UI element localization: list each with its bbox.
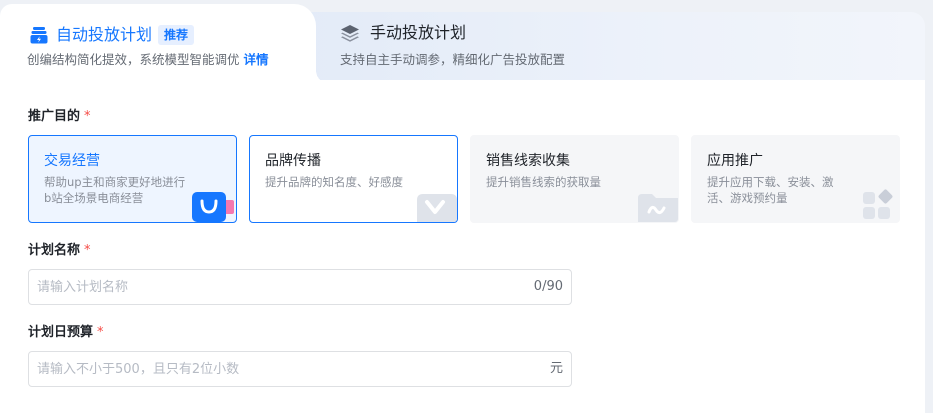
char-counter: 0/90 <box>533 279 563 294</box>
megaphone-icon <box>417 194 457 222</box>
plan-type-card: 自动投放计划 推荐 创编结构简化提效，系统模型智能调优 详情 手动投放计划 支持自… <box>0 0 933 413</box>
goal-option-title: 品牌传播 <box>265 153 321 169</box>
shopping-bag-icon <box>192 192 234 222</box>
goal-label-text: 推广目的 <box>28 109 81 124</box>
required-mark: * <box>84 109 91 124</box>
goal-option-leads[interactable]: 销售线索收集 提升销售线索的获取量 <box>470 135 679 223</box>
tab-auto-subtitle-text: 创编结构简化提效，系统模型智能调优 <box>27 52 240 67</box>
goal-option-title: 交易经营 <box>44 153 100 169</box>
tab-manual-title: 手动投放计划 <box>370 23 467 42</box>
goal-option-desc: 提升销售线索的获取量 <box>486 175 601 189</box>
app-grid-icon <box>863 189 893 219</box>
tab-auto-plan[interactable]: 自动投放计划 推荐 创编结构简化提效，系统模型智能调优 详情 <box>0 4 330 84</box>
daily-budget-input[interactable] <box>37 352 517 386</box>
plan-type-tabs: 自动投放计划 推荐 创编结构简化提效，系统模型智能调优 详情 手动投放计划 支持自… <box>0 0 933 84</box>
folder-icon <box>638 194 678 222</box>
goal-option-desc: 提升品牌的知名度、好感度 <box>265 175 403 189</box>
required-mark: * <box>97 325 104 340</box>
goal-label: 推广目的 * <box>28 108 91 126</box>
tab-auto-title-row: 自动投放计划 推荐 <box>30 24 195 46</box>
detail-link[interactable]: 详情 <box>244 52 269 67</box>
daily-budget-label-text: 计划日预算 <box>28 325 94 340</box>
tab-manual-title-row: 手动投放计划 <box>340 22 466 44</box>
goal-option-title: 应用推广 <box>707 153 763 169</box>
goal-option-app[interactable]: 应用推广 提升应用下载、安装、激活、游戏预约量 <box>691 135 900 223</box>
tab-manual-plan[interactable]: 手动投放计划 支持自主手动调参，精细化广告投放配置 <box>340 22 565 67</box>
required-mark: * <box>84 243 91 258</box>
goal-option-brand[interactable]: 品牌传播 提升品牌的知名度、好感度 <box>249 135 458 223</box>
daily-budget-field: 元 <box>28 351 572 387</box>
auto-plan-icon <box>30 26 48 44</box>
daily-budget-label: 计划日预算 * <box>28 324 104 342</box>
tab-manual-subtitle: 支持自主手动调参，精细化广告投放配置 <box>340 52 566 67</box>
currency-unit: 元 <box>549 361 563 376</box>
tab-auto-subtitle: 创编结构简化提效，系统模型智能调优 详情 <box>27 51 269 69</box>
layers-icon <box>340 23 360 43</box>
plan-name-field: 0/90 <box>28 269 572 305</box>
tab-auto-title: 自动投放计划 <box>56 25 153 44</box>
plan-name-label: 计划名称 * <box>28 242 91 260</box>
goal-option-desc: 帮助up主和商家更好地进行b站全场景电商经营 <box>44 175 186 205</box>
plan-name-label-text: 计划名称 <box>28 243 81 258</box>
plan-name-input[interactable] <box>37 270 517 304</box>
goal-option-desc: 提升应用下载、安装、激活、游戏预约量 <box>707 175 834 205</box>
goal-option-trade[interactable]: 交易经营 帮助up主和商家更好地进行b站全场景电商经营 <box>28 135 237 223</box>
recommend-badge: 推荐 <box>158 25 195 45</box>
goal-option-title: 销售线索收集 <box>486 153 570 169</box>
